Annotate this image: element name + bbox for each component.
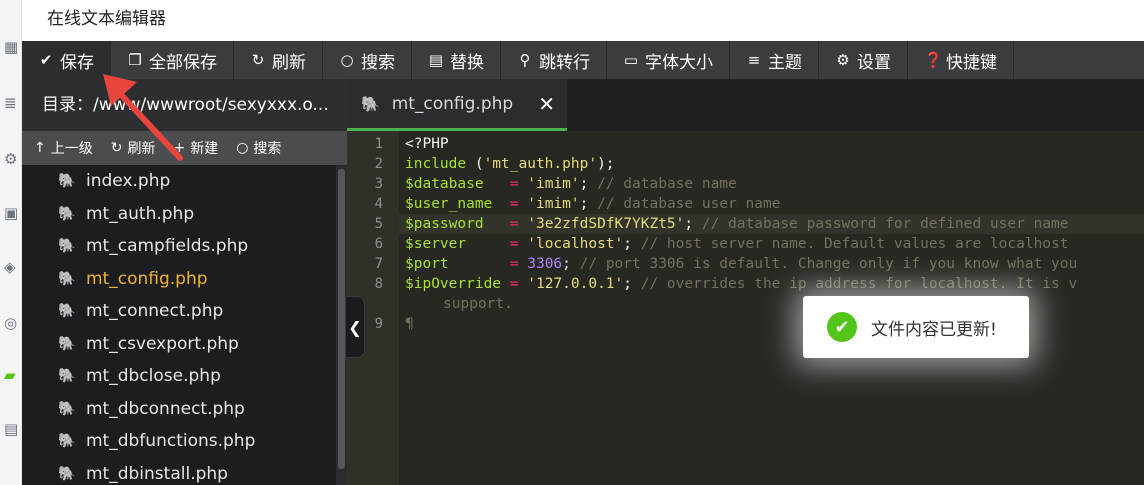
copy-icon: ❐ — [128, 51, 142, 69]
code-line: ¶ — [405, 316, 414, 332]
arrow-up-icon: ↑ — [34, 140, 46, 156]
chevron-left-icon: ❮ — [348, 317, 362, 337]
window-title: 在线文本编辑器 — [47, 9, 166, 29]
code-line: <?PHP — [405, 136, 449, 152]
menu-icon: ≡ — [747, 51, 761, 69]
replace-icon: ▤ — [428, 51, 444, 69]
collapse-sidebar-button[interactable]: ❮ — [345, 296, 365, 358]
folder-icon[interactable]: ▰ — [4, 366, 22, 384]
php-file-icon: 🐘 — [58, 270, 76, 287]
tree-actions: ↑ 上一级 ↻ 刷新 + 新建 ○ 搜索 — [22, 131, 347, 165]
file-item-mt-dbfunctions[interactable]: 🐘 mt_dbfunctions.php — [22, 425, 336, 458]
search-icon: ○ — [340, 51, 354, 69]
line-number: 3 — [374, 176, 383, 192]
file-item-mt-auth[interactable]: 🐘 mt_auth.php — [22, 198, 336, 231]
toolbar: ✔ 保存 ❐ 全部保存 ↻ 刷新 ○ 搜索 ▤ 替换 ⚲ 跳转行 ▭ 字体大小 ≡ 主题 ⚙ 设置… — [22, 41, 1144, 79]
refresh-button[interactable]: ↻ 刷新 — [234, 41, 323, 79]
php-file-icon: 🐘 — [58, 303, 76, 320]
settings-button[interactable]: ⚙ 设置 — [819, 41, 908, 79]
line-number: 7 — [374, 256, 383, 272]
php-file-icon: 🐘 — [58, 205, 76, 222]
plus-icon: + — [173, 140, 186, 156]
close-icon[interactable]: ✕ — [538, 92, 555, 116]
php-file-icon: 🐘 — [58, 335, 76, 352]
php-file-icon: 🐘 — [58, 173, 76, 190]
search-icon: ○ — [236, 140, 249, 156]
line-number: 8 — [374, 276, 383, 292]
tree-search-button[interactable]: ○ 搜索 — [236, 138, 281, 158]
globe-icon[interactable]: ◎ — [4, 314, 22, 332]
file-item-mt-config[interactable]: 🐘 mt_config.php — [22, 263, 336, 296]
shortcuts-button[interactable]: ❓ 快捷键 — [908, 41, 1014, 79]
line-number: 2 — [374, 156, 383, 172]
line-number: 5 — [374, 216, 383, 232]
tab-label: mt_config.php — [391, 93, 514, 114]
code-line-wrapped: support. — [443, 296, 513, 312]
code-line: $port = 3306; // port 3306 is default. C… — [405, 256, 1078, 272]
save-button[interactable]: ✔ 保存 — [22, 41, 111, 79]
jump-line-button[interactable]: ⚲ 跳转行 — [501, 41, 607, 79]
file-item-index[interactable]: 🐘 index.php — [22, 165, 336, 198]
editor-tab-bar: 🐘 mt_config.php ✕ — [347, 79, 1144, 131]
save-all-button[interactable]: ❐ 全部保存 — [111, 41, 234, 79]
file-item-mt-dbconnect[interactable]: 🐘 mt_dbconnect.php — [22, 393, 336, 426]
code-line: $ipOverride = '127.0.0.1'; // overrides … — [405, 276, 1078, 292]
file-item-mt-campfields[interactable]: 🐘 mt_campfields.php — [22, 230, 336, 263]
file-item-mt-dbinstall[interactable]: 🐘 mt_dbinstall.php — [22, 458, 336, 485]
code-line: $database = 'imim'; // database name — [405, 176, 737, 192]
code-line: $user_name = 'imim'; // database user na… — [405, 196, 781, 212]
parent-dir-button[interactable]: ↑ 上一级 — [34, 138, 93, 158]
editor-app: { "window": { "title": "在线文本编辑器" }, "too… — [0, 0, 1144, 485]
search-button[interactable]: ○ 搜索 — [323, 41, 412, 79]
font-size-icon: ▭ — [623, 51, 639, 69]
code-line: $password = '3e2zfdSDfK7YKZt5'; // datab… — [405, 216, 1069, 232]
success-check-icon: ✔ — [827, 312, 857, 342]
code-line: include ('mt_auth.php'); — [405, 156, 615, 172]
toast-message: 文件内容已更新! — [871, 319, 997, 340]
tab-mt-config[interactable]: 🐘 mt_config.php ✕ — [347, 79, 567, 131]
title-bar: 在线文本编辑器 — [22, 0, 1144, 41]
font-size-button[interactable]: ▭ 字体大小 — [607, 41, 730, 79]
check-icon: ✔ — [39, 51, 53, 69]
line-number: 6 — [374, 236, 383, 252]
code-line: $server = 'localhost'; // host server na… — [405, 236, 1069, 252]
jump-icon: ⚲ — [519, 51, 531, 69]
refresh-icon: ↻ — [251, 51, 265, 69]
gear-icon: ⚙ — [836, 51, 850, 69]
new-file-button[interactable]: + 新建 — [173, 138, 218, 158]
php-file-icon: 🐘 — [58, 465, 76, 482]
tree-refresh-button[interactable]: ↻ 刷新 — [111, 138, 156, 158]
code-lines: <?PHP include ('mt_auth.php'); $database… — [405, 134, 1144, 334]
replace-button[interactable]: ▤ 替换 — [412, 41, 501, 79]
file-item-mt-csvexport[interactable]: 🐘 mt_csvexport.php — [22, 328, 336, 361]
help-icon: ❓ — [924, 51, 943, 69]
theme-button[interactable]: ≡ 主题 — [730, 41, 819, 79]
line-number: 1 — [374, 136, 383, 152]
monitor-icon[interactable]: ▣ — [4, 204, 22, 222]
php-file-icon: 🐘 — [361, 94, 380, 113]
php-file-icon: 🐘 — [58, 400, 76, 417]
php-file-icon: 🐘 — [58, 433, 76, 450]
save-success-toast: ✔ 文件内容已更新! — [803, 296, 1029, 358]
line-number: 4 — [374, 196, 383, 212]
file-item-mt-connect[interactable]: 🐘 mt_connect.php — [22, 295, 336, 328]
shield-icon[interactable]: ◈ — [4, 258, 22, 276]
refresh-icon: ↻ — [110, 140, 123, 156]
database-icon[interactable]: ≣ — [4, 94, 22, 112]
plugin-icon[interactable]: ⚙ — [4, 150, 22, 168]
file-list: 🐘 index.php 🐘 mt_auth.php 🐘 mt_campfields.p… — [22, 165, 336, 485]
terminal-icon[interactable]: ▤ — [4, 420, 22, 438]
php-file-icon: 🐘 — [58, 368, 76, 385]
scrollbar-thumb[interactable] — [338, 169, 345, 469]
app-icon[interactable]: ▦ — [4, 38, 22, 56]
php-file-icon: 🐘 — [58, 238, 76, 255]
directory-path: 目录：/www/wwwroot/sexyxxx.o... — [22, 79, 347, 131]
host-side-strip: ▦ ≣ ⚙ ▣ ◈ ◎ ▰ ▤ — [0, 0, 22, 485]
file-item-mt-dbclose[interactable]: 🐘 mt_dbclose.php — [22, 360, 336, 393]
